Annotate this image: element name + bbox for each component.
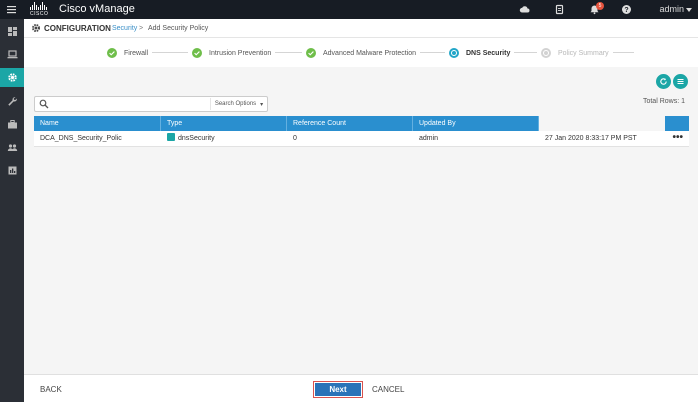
pending-step-icon — [541, 48, 551, 58]
step-label: Intrusion Prevention — [209, 49, 272, 57]
dashboard-icon — [7, 27, 17, 36]
next-button[interactable]: Next — [315, 383, 361, 396]
chart-icon — [8, 166, 16, 175]
breadcrumb-separator: > — [139, 25, 144, 32]
list-icon — [677, 79, 684, 84]
more-actions-icon[interactable]: ••• — [672, 131, 683, 147]
cell-type-text: dnsSecurity — [178, 135, 215, 142]
cell-updated: 27 Jan 2020 8:33:17 PM PST — [545, 135, 637, 142]
logo-word: CISCO — [30, 11, 49, 17]
footer-bar: BACK Next CANCEL — [24, 374, 698, 402]
table-row[interactable]: DCA_DNS_Security_Polic dnsSecurity 0 adm… — [34, 131, 689, 147]
total-rows: Total Rows: 1 — [642, 98, 685, 105]
user-menu[interactable]: admin — [659, 4, 684, 14]
page-header: CONFIGURATION Security > Add Security Po… — [24, 19, 698, 38]
next-button-highlight: Next — [313, 381, 363, 398]
breadcrumb-current: Add Security Policy — [148, 25, 209, 32]
search-input[interactable] — [52, 98, 202, 110]
toolbox-icon — [7, 120, 17, 129]
list-view-button[interactable] — [673, 74, 688, 89]
sidebar-item-dashboard[interactable] — [0, 22, 24, 41]
step-label: Advanced Malware Protection — [323, 49, 416, 57]
sidebar-item-tools[interactable] — [0, 92, 24, 111]
breadcrumb-security-link[interactable]: Security — [112, 25, 137, 32]
cancel-button[interactable]: CANCEL — [372, 385, 404, 394]
search-box: Search Options ▾ — [34, 96, 268, 112]
current-step-icon — [449, 48, 459, 58]
cell-name: DCA_DNS_Security_Polic — [40, 135, 122, 142]
chevron-down-icon: ▾ — [260, 101, 264, 108]
gear-icon — [31, 23, 41, 33]
sidebar-item-maintenance[interactable] — [0, 115, 24, 134]
cell-reference-count: 0 — [293, 135, 297, 142]
column-header-type[interactable]: Type — [161, 116, 287, 131]
check-icon — [107, 48, 117, 58]
refresh-icon — [660, 78, 667, 85]
notification-badge: 5 — [596, 2, 604, 10]
check-icon — [306, 48, 316, 58]
column-header-gap — [539, 116, 665, 131]
cisco-logo: CISCO — [30, 2, 52, 17]
check-icon — [192, 48, 202, 58]
column-header-name[interactable]: Name — [34, 116, 161, 131]
back-button[interactable]: BACK — [40, 385, 62, 394]
dns-security-icon — [167, 133, 175, 141]
users-icon — [7, 144, 17, 151]
step-label: Firewall — [124, 49, 149, 57]
app-title: Cisco vManage — [59, 3, 135, 15]
sidebar-item-configuration[interactable] — [0, 68, 24, 87]
clipboard-icon[interactable] — [554, 4, 565, 15]
sidebar-item-monitor[interactable] — [0, 45, 24, 64]
chevron-down-icon[interactable] — [686, 8, 692, 12]
step-label: Policy Summary — [558, 49, 609, 57]
step-dns-security[interactable]: DNS Security — [445, 46, 515, 60]
wrench-icon — [7, 97, 17, 106]
search-options-label: Search Options — [214, 101, 257, 107]
content-area: Total Rows: 1 Search Options ▾ Name Type… — [24, 67, 698, 374]
laptop-icon — [7, 50, 17, 59]
top-bar: CISCO Cisco vManage 5 ? admin — [0, 0, 698, 19]
sidebar-item-administration[interactable] — [0, 138, 24, 157]
column-header-reference-count[interactable]: Reference Count — [287, 116, 413, 131]
policy-table: Name Type Reference Count Updated By DCA… — [34, 116, 689, 147]
sidebar — [0, 19, 24, 402]
step-label: DNS Security — [466, 49, 511, 57]
table-header: Name Type Reference Count Updated By — [34, 116, 689, 131]
cloud-icon[interactable] — [519, 4, 530, 15]
refresh-button[interactable] — [656, 74, 671, 89]
bell-icon[interactable]: 5 — [589, 2, 604, 15]
column-header-updated-by[interactable]: Updated By — [413, 116, 539, 131]
search-options-dropdown[interactable]: Search Options ▾ — [210, 98, 267, 110]
page-title: CONFIGURATION — [44, 24, 111, 33]
cell-type: dnsSecurity — [161, 131, 215, 147]
step-intrusion-prevention[interactable]: Intrusion Prevention — [188, 46, 276, 60]
wizard-steps: Firewall Intrusion Prevention Advanced M… — [24, 38, 698, 67]
svg-text:?: ? — [624, 7, 628, 14]
cell-updated-by: admin — [419, 135, 439, 142]
help-icon[interactable]: ? — [621, 4, 632, 15]
gear-icon — [7, 73, 17, 82]
step-firewall[interactable]: Firewall — [103, 46, 153, 60]
sidebar-item-analytics[interactable] — [0, 161, 24, 180]
column-header-actions — [665, 116, 689, 131]
step-policy-summary[interactable]: Policy Summary — [537, 46, 613, 60]
menu-icon[interactable] — [6, 4, 17, 15]
step-advanced-malware-protection[interactable]: Advanced Malware Protection — [302, 46, 420, 60]
search-icon — [39, 99, 49, 109]
